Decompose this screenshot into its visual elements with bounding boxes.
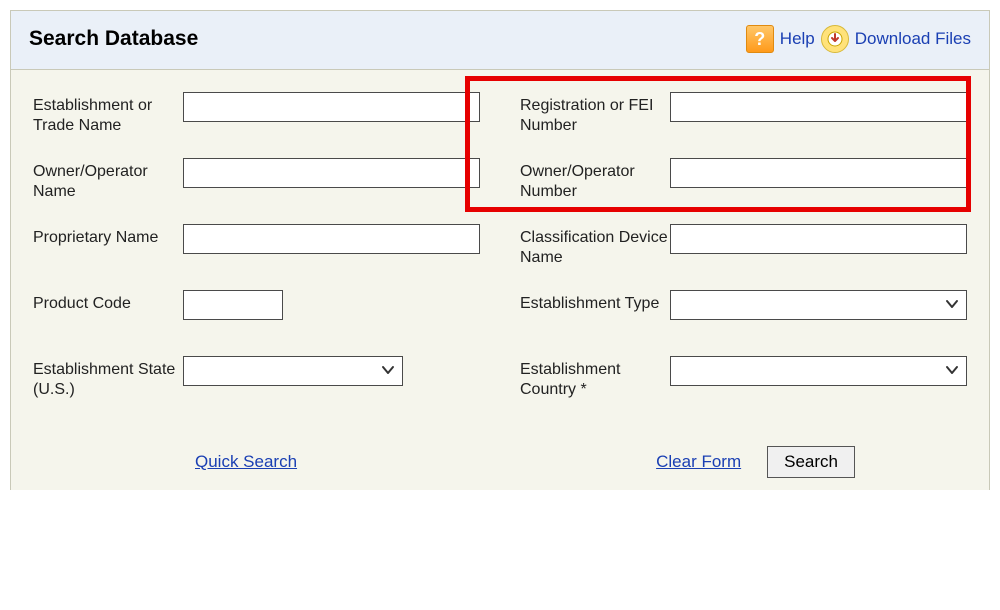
row-owner-operator-name: Owner/Operator Name: [33, 158, 480, 202]
row-product-code: Product Code: [33, 290, 480, 334]
row-establishment-state: Establishment State (U.S.): [33, 356, 480, 400]
row-proprietary-name: Proprietary Name: [33, 224, 480, 268]
download-files-link[interactable]: Download Files: [855, 29, 971, 49]
label-establishment-name: Establishment or Trade Name: [33, 92, 183, 136]
header-actions: ? Help Download Files: [746, 25, 971, 53]
label-establishment-type: Establishment Type: [520, 290, 670, 314]
input-registration-fei-number[interactable]: [670, 92, 967, 122]
clear-form-link[interactable]: Clear Form: [656, 452, 741, 472]
row-establishment-name: Establishment or Trade Name: [33, 92, 480, 136]
left-column: Establishment or Trade Name Owner/Operat…: [33, 92, 480, 422]
row-registration-fei-number: Registration or FEI Number: [520, 92, 967, 136]
input-proprietary-name[interactable]: [183, 224, 480, 254]
label-owner-operator-name: Owner/Operator Name: [33, 158, 183, 202]
panel-header: Search Database ? Help Download Files: [11, 11, 989, 70]
row-establishment-country: Establishment Country *: [520, 356, 967, 400]
actions-row: Quick Search Clear Form Search: [33, 446, 967, 480]
help-link[interactable]: Help: [780, 29, 815, 49]
row-establishment-type: Establishment Type: [520, 290, 967, 334]
input-product-code[interactable]: [183, 290, 283, 320]
select-establishment-type[interactable]: [670, 290, 967, 320]
download-icon[interactable]: [821, 25, 849, 53]
label-establishment-country: Establishment Country *: [520, 356, 670, 400]
row-classification-device-name: Classification Device Name: [520, 224, 967, 268]
input-classification-device-name[interactable]: [670, 224, 967, 254]
input-owner-operator-name[interactable]: [183, 158, 480, 188]
select-establishment-country[interactable]: [670, 356, 967, 386]
search-database-panel: Search Database ? Help Download Files Es…: [10, 10, 990, 490]
input-establishment-name[interactable]: [183, 92, 480, 122]
row-owner-operator-number: Owner/Operator Number: [520, 158, 967, 202]
form-area: Establishment or Trade Name Owner/Operat…: [11, 70, 989, 490]
label-owner-operator-number: Owner/Operator Number: [520, 158, 670, 202]
help-icon[interactable]: ?: [746, 25, 774, 53]
input-owner-operator-number[interactable]: [670, 158, 967, 188]
quick-search-link[interactable]: Quick Search: [195, 452, 297, 472]
label-proprietary-name: Proprietary Name: [33, 224, 183, 248]
select-establishment-state[interactable]: [183, 356, 403, 386]
search-button[interactable]: Search: [767, 446, 855, 478]
label-classification-device-name: Classification Device Name: [520, 224, 670, 268]
page-title: Search Database: [29, 27, 198, 51]
form-columns: Establishment or Trade Name Owner/Operat…: [33, 92, 967, 422]
right-column: Registration or FEI Number Owner/Operato…: [520, 92, 967, 422]
label-product-code: Product Code: [33, 290, 183, 314]
label-registration-fei-number: Registration or FEI Number: [520, 92, 670, 136]
label-establishment-state: Establishment State (U.S.): [33, 356, 183, 400]
